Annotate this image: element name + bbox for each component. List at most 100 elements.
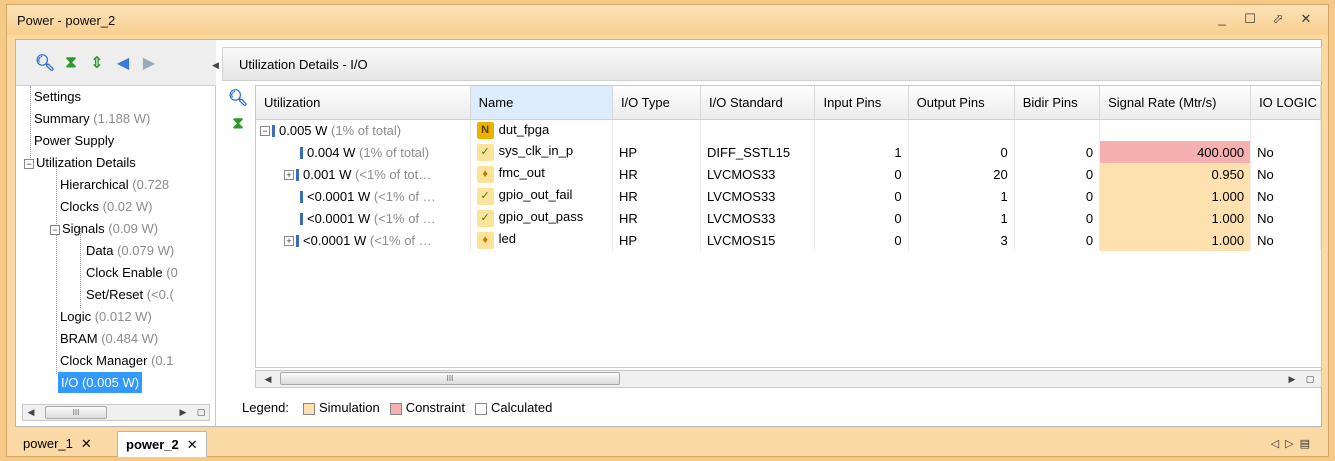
bidir-pins-cell: 0 [1014, 207, 1101, 229]
name-cell: ✓ sys_clk_in_p [470, 141, 613, 163]
expand-icon[interactable]: + [284, 236, 294, 247]
expand-icon[interactable]: + [284, 170, 294, 181]
tab-next-icon[interactable]: ▷ [1285, 438, 1299, 450]
title-bar: Power - power_2 _ ☐ ⬀ ✕ [7, 5, 1328, 35]
io-standard-cell: LVCMOS33 [700, 185, 816, 207]
column-header-name[interactable]: Name [470, 86, 613, 120]
table-side-toolbar: 🔍︎ ⧗ [222, 85, 254, 385]
output-pins-cell [908, 119, 1015, 141]
panel-title-bar: Utilization Details - I/O [222, 47, 1322, 81]
nav-item-logic[interactable]: Logic (0.012 W) [60, 306, 152, 327]
float-icon[interactable]: ⬀ [1270, 11, 1286, 27]
nav-item-hierarchical[interactable]: Hierarchical (0.728 [60, 174, 169, 195]
tab-prev-icon[interactable]: ◁ [1271, 438, 1285, 450]
io-logic-cell: No [1250, 163, 1321, 185]
table-row[interactable]: 0.004 W (1% of total) ✓ sys_clk_in_p HP D… [256, 141, 1321, 163]
splitter-collapse-icon[interactable]: ◀ [212, 60, 219, 71]
maximize-icon[interactable]: ☐ [1242, 11, 1258, 27]
scroll-thumb[interactable]: III [280, 372, 620, 385]
collapse-icon[interactable]: − [24, 158, 34, 169]
close-icon[interactable]: ✕ [1298, 11, 1314, 27]
power-bar-icon [272, 125, 275, 138]
search-icon[interactable]: 🔍︎ [34, 52, 56, 74]
column-header-signal-rate[interactable]: Signal Rate (Mtr/s) [1099, 86, 1252, 120]
table-row[interactable]: −0.005 W (1% of total) Ndut_fpga [256, 119, 1321, 141]
signal-rate-cell: 0.950 [1099, 163, 1252, 185]
close-tab-icon[interactable]: ✕ [187, 437, 198, 452]
power-bar-icon [300, 147, 303, 160]
nav-item-clock-manager[interactable]: Clock Manager (0.1 [60, 350, 173, 371]
io-standard-cell: DIFF_SSTL15 [700, 141, 816, 163]
close-tab-icon[interactable]: ✕ [81, 436, 92, 451]
output-pins-cell: 3 [908, 229, 1015, 251]
calculated-swatch [474, 402, 487, 415]
minimize-icon[interactable]: _ [1214, 11, 1230, 27]
io-logic-cell: No [1250, 207, 1321, 229]
collapse-icon[interactable]: − [50, 224, 60, 235]
scroll-thumb[interactable]: III [45, 406, 107, 419]
table-row[interactable]: <0.0001 W (<1% of … ✓ gpio_out_fail HR LV… [256, 185, 1321, 207]
column-header-utilization[interactable]: Utilization [256, 86, 471, 120]
column-header-io-standard[interactable]: I/O Standard [700, 86, 816, 120]
netlist-icon: N [476, 121, 494, 139]
tab-power-1[interactable]: power_1 ✕ [15, 431, 100, 457]
scroll-left-icon[interactable]: ◀ [23, 405, 39, 420]
nav-item-set-reset[interactable]: Set/Reset (<0.( [86, 284, 174, 305]
nav-item-clocks[interactable]: Clocks (0.02 W) [60, 196, 152, 217]
nav-horizontal-scrollbar[interactable]: ◀ III ▶ ▢ [22, 404, 210, 421]
expand-all-icon[interactable]: ⇕ [86, 52, 108, 74]
nav-item-clock-enable[interactable]: Clock Enable (0 [86, 262, 178, 283]
collapse-icon[interactable]: − [260, 126, 270, 137]
panel-title: Utilization Details - I/O [239, 56, 368, 72]
bidir-pins-cell: 0 [1014, 141, 1101, 163]
signal-rate-cell [1099, 119, 1252, 141]
signal-rate-cell: 1.000 [1099, 185, 1252, 207]
name-cell: ✓ gpio_out_pass [470, 207, 613, 229]
collapse-all-icon[interactable]: ⧗ [60, 52, 82, 74]
nav-item-power-supply[interactable]: Power Supply [34, 130, 114, 151]
search-icon[interactable]: 🔍︎ [227, 87, 249, 109]
column-header-io-logic[interactable]: IO LOGIC [1250, 86, 1321, 120]
name-cell: Ndut_fpga [470, 119, 613, 141]
bidir-pins-cell: 0 [1014, 229, 1101, 251]
forward-arrow-icon[interactable]: ▶ [138, 52, 160, 74]
table-row[interactable]: + <0.0001 W (<1% of … ♦ led HP LVCMOS15 0 … [256, 229, 1321, 251]
input-pins-cell [814, 119, 909, 141]
legend-simulation: Simulation [303, 400, 380, 415]
nav-item-summary[interactable]: Summary (1.188 W) [34, 108, 150, 129]
io-standard-cell: LVCMOS33 [700, 163, 816, 185]
scroll-left-icon[interactable]: ◀ [260, 372, 276, 387]
name-cell: ♦ fmc_out [470, 163, 613, 185]
nav-item-bram[interactable]: BRAM (0.484 W) [60, 328, 158, 349]
power-window: Power - power_2 _ ☐ ⬀ ✕ 🔍︎ ⧗ ⇕ ◀ ▶ Setti… [6, 4, 1329, 457]
nav-item-settings[interactable]: Settings [34, 86, 81, 107]
back-arrow-icon[interactable]: ◀ [112, 52, 134, 74]
column-header-io-type[interactable]: I/O Type [612, 86, 702, 120]
corner-icon: ▢ [196, 407, 206, 417]
io-logic-cell: No [1250, 229, 1321, 251]
tab-list-icon[interactable]: ▤ [1300, 438, 1316, 450]
signal-rate-cell: 1.000 [1099, 229, 1252, 251]
table-row[interactable]: <0.0001 W (<1% of … ✓ gpio_out_pass HR LV… [256, 207, 1321, 229]
tab-power-2[interactable]: power_2 ✕ [117, 431, 207, 457]
nav-item-signals[interactable]: − Signals (0.09 W) [50, 218, 158, 239]
table-row[interactable]: +0.001 W (<1% of tot… ♦ fmc_out HR LVCMOS… [256, 163, 1321, 185]
column-header-input-pins[interactable]: Input Pins [814, 86, 909, 120]
nav-item-data[interactable]: Data (0.079 W) [86, 240, 174, 261]
table-horizontal-scrollbar[interactable]: ◀ III ▶ ▢ [255, 370, 1322, 388]
scroll-right-icon[interactable]: ▶ [175, 405, 191, 420]
scroll-right-icon[interactable]: ▶ [1284, 372, 1300, 387]
name-cell: ♦ led [470, 229, 613, 251]
nav-item-io[interactable]: I/O (0.005 W) [58, 372, 143, 393]
corner-icon: ▢ [1305, 374, 1315, 384]
io-standard-cell [700, 119, 816, 141]
nav-item-utilization-details[interactable]: − Utilization Details [24, 152, 136, 173]
column-header-bidir-pins[interactable]: Bidir Pins [1014, 86, 1101, 120]
port-bus-icon: ♦ [476, 231, 494, 249]
collapse-all-icon[interactable]: ⧗ [227, 113, 249, 135]
io-type-cell: HR [612, 185, 702, 207]
column-header-output-pins[interactable]: Output Pins [908, 86, 1015, 120]
io-logic-cell [1250, 119, 1321, 141]
nav-toolbar: 🔍︎ ⧗ ⇕ ◀ ▶ [16, 40, 216, 86]
simulation-swatch [303, 402, 315, 415]
